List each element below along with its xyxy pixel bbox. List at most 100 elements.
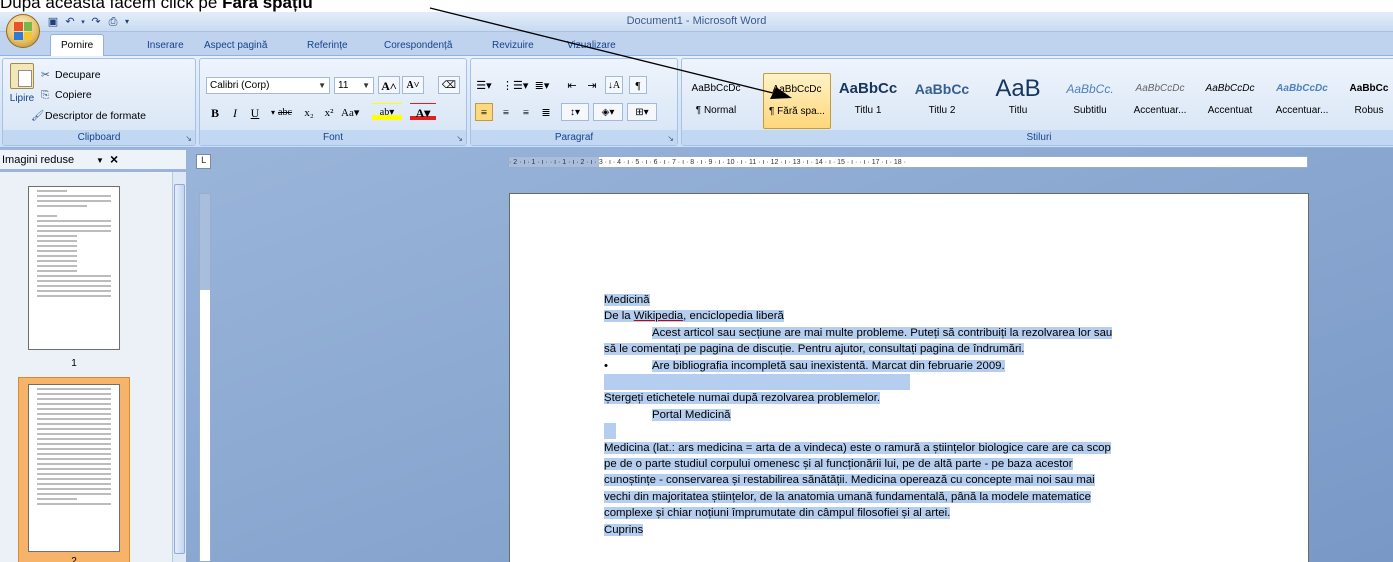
doc-line: Ștergeți etichetele numai după rezolvare… bbox=[604, 392, 881, 405]
style-heading-1[interactable]: AaBbCc Titlu 1 bbox=[834, 73, 902, 129]
instruction-caption: După aceasta facem click pe Fără spațiu bbox=[0, 0, 1393, 12]
highlight-color-button[interactable]: ab▾ bbox=[372, 103, 402, 121]
caption-prefix: După aceasta facem click pe bbox=[0, 0, 223, 12]
change-case-button[interactable]: Aa▾ bbox=[340, 103, 360, 121]
grow-font-button[interactable]: A˄ bbox=[378, 76, 400, 94]
font-color-button[interactable]: A▾ bbox=[410, 103, 436, 121]
document-body[interactable]: Medicină De la Wikipedia, enciclopedia l… bbox=[604, 292, 1216, 538]
italic-button[interactable]: I bbox=[226, 103, 244, 121]
style-normal[interactable]: AaBbCcDc ¶ Normal bbox=[682, 73, 750, 129]
style-sample: AaBbCc bbox=[838, 80, 898, 97]
style-sample: AaBbCcDc bbox=[1135, 83, 1185, 94]
copy-label: Copiere bbox=[55, 89, 92, 101]
page-thumbnail-2[interactable] bbox=[28, 384, 120, 552]
styles-group-label: Stiluri bbox=[682, 130, 1393, 145]
doc-link[interactable]: Wikipedia bbox=[634, 310, 683, 322]
doc-line: cunoștințe - conservarea și restabilirea… bbox=[604, 474, 1095, 487]
doc-line: să le comentați pe pagina de discuție. P… bbox=[604, 343, 1025, 356]
paragraph-dialog-launcher-icon[interactable]: ↘ bbox=[667, 134, 674, 143]
numbering-button[interactable]: ⋮☰▾ bbox=[501, 76, 529, 94]
doc-line: Are bibliografia incompletă sau inexiste… bbox=[652, 359, 1005, 372]
style-name: ¶ Normal bbox=[695, 105, 737, 116]
doc-blank-line bbox=[604, 423, 616, 440]
show-marks-button[interactable]: ¶ bbox=[629, 76, 647, 94]
tab-aspect-pagina[interactable]: Aspect pagină bbox=[204, 40, 267, 51]
shrink-font-button[interactable]: A˅ bbox=[402, 76, 424, 94]
line-spacing-button[interactable]: ↕▾ bbox=[561, 103, 589, 121]
close-icon[interactable]: × bbox=[110, 151, 118, 167]
style-title[interactable]: AaB Titlu bbox=[984, 73, 1052, 129]
tab-pornire[interactable]: Pornire bbox=[50, 34, 105, 57]
decrease-indent-button[interactable]: ⇤ bbox=[563, 76, 581, 94]
style-name: Accentuar... bbox=[1275, 105, 1329, 116]
page-number-1: 1 bbox=[71, 358, 77, 369]
paragraph-group-label: Paragraf bbox=[471, 130, 677, 145]
doc-line: , enciclopedia liberă bbox=[683, 310, 784, 323]
doc-title: Medicină bbox=[604, 294, 650, 306]
style-sample: AaBbCcDc bbox=[1205, 83, 1255, 94]
font-dialog-launcher-icon[interactable]: ↘ bbox=[456, 134, 463, 143]
format-painter-button[interactable]: 🖌Descriptor de formate bbox=[31, 109, 146, 122]
sort-button[interactable]: ↓A bbox=[605, 76, 623, 94]
strikethrough-button[interactable]: abc bbox=[276, 103, 294, 121]
bullets-button[interactable]: ☰▾ bbox=[475, 76, 493, 94]
font-size-value: 11 bbox=[338, 80, 349, 91]
style-no-spacing[interactable]: AaBbCcDc ¶ Fără spa... bbox=[763, 73, 831, 129]
style-heading-2[interactable]: AaBbCc Titlu 2 bbox=[908, 73, 976, 129]
tab-corespondenta[interactable]: Corespondență bbox=[384, 40, 452, 51]
workspace: Imagini reduse ▼ × 1 2 L · 2 · ı · 1 · ı… bbox=[0, 148, 1393, 562]
increase-indent-button[interactable]: ⇥ bbox=[583, 76, 601, 94]
tab-inserare[interactable]: Inserare bbox=[147, 40, 184, 51]
clipboard-dialog-launcher-icon[interactable]: ↘ bbox=[185, 134, 192, 143]
align-right-button[interactable]: ≡ bbox=[517, 103, 535, 121]
style-sample: AaBbCcDc bbox=[1276, 83, 1328, 94]
doc-line: De la bbox=[604, 310, 634, 323]
justify-button[interactable]: ≣ bbox=[537, 103, 555, 121]
align-center-button[interactable]: ≡ bbox=[497, 103, 515, 121]
tab-revizuire[interactable]: Revizuire bbox=[492, 40, 534, 51]
doc-line: vechi din majoritatea științelor, de la … bbox=[604, 490, 1091, 503]
vertical-ruler[interactable] bbox=[199, 193, 211, 562]
superscript-button[interactable]: x² bbox=[320, 103, 338, 121]
style-subtle-emphasis[interactable]: AaBbCcDc Accentuar... bbox=[1126, 73, 1194, 129]
chevron-down-icon: ▼ bbox=[362, 81, 370, 90]
page-number-2: 2 bbox=[71, 556, 77, 562]
bold-button[interactable]: B bbox=[206, 103, 224, 121]
borders-button[interactable]: ⊞▾ bbox=[627, 103, 657, 121]
style-name: ¶ Fără spa... bbox=[769, 106, 825, 117]
style-emphasis[interactable]: AaBbCcDc Accentuat bbox=[1196, 73, 1264, 129]
window-title: Document1 - Microsoft Word bbox=[626, 15, 767, 27]
scrollbar-thumb[interactable] bbox=[174, 184, 185, 554]
styles-group: AaBbCcDc ¶ Normal AaBbCcDc ¶ Fără spa... A… bbox=[681, 58, 1393, 146]
tab-referinte[interactable]: Referințe bbox=[307, 40, 348, 51]
copy-button[interactable]: ⎘ Copiere bbox=[41, 89, 92, 102]
font-family-select[interactable]: Calibri (Corp) ▼ bbox=[206, 77, 330, 94]
style-subtitle[interactable]: AaBbCc. Subtitlu bbox=[1056, 73, 1124, 129]
font-group-label: Font bbox=[200, 130, 466, 145]
style-sample: AaBbCc. bbox=[1066, 82, 1114, 96]
style-name: Titlu bbox=[1008, 105, 1028, 116]
style-intense-emphasis[interactable]: AaBbCcDc Accentuar... bbox=[1268, 73, 1336, 129]
tab-selector-icon[interactable]: L bbox=[196, 154, 211, 169]
clear-formatting-button[interactable]: ⌫ bbox=[438, 76, 460, 94]
style-strong[interactable]: AaBbCc Robus bbox=[1340, 73, 1393, 129]
tab-vizualizare[interactable]: Vizualizare bbox=[567, 40, 616, 51]
page-thumbnail-1[interactable] bbox=[28, 186, 120, 350]
style-sample: AaBbCc bbox=[1349, 83, 1389, 94]
align-left-button[interactable]: ≡ bbox=[475, 103, 493, 121]
shading-button[interactable]: ◈▾ bbox=[593, 103, 623, 121]
thumbnails-scrollbar[interactable] bbox=[172, 172, 186, 562]
underline-button[interactable]: U bbox=[246, 103, 264, 121]
doc-line: pe de o parte studiul corpului omenesc ș… bbox=[604, 458, 1073, 471]
office-button[interactable] bbox=[6, 14, 40, 48]
paste-button[interactable]: Lipire bbox=[7, 63, 37, 104]
cut-button[interactable]: ✂ Decupare bbox=[41, 69, 101, 81]
chevron-down-icon[interactable]: ▼ bbox=[96, 156, 104, 165]
document-page[interactable]: Medicină De la Wikipedia, enciclopedia l… bbox=[509, 193, 1309, 562]
font-size-select[interactable]: 11 ▼ bbox=[334, 77, 374, 94]
horizontal-ruler[interactable]: · 2 · ı · 1 · ı · · ı · 1 · ı · 2 · ı · … bbox=[508, 156, 1308, 168]
style-sample: AaBbCcDc bbox=[691, 83, 741, 94]
style-name: Subtitlu bbox=[1073, 105, 1107, 116]
subscript-button[interactable]: x₂ bbox=[300, 103, 318, 121]
multilevel-list-button[interactable]: ≣▾ bbox=[533, 76, 551, 94]
